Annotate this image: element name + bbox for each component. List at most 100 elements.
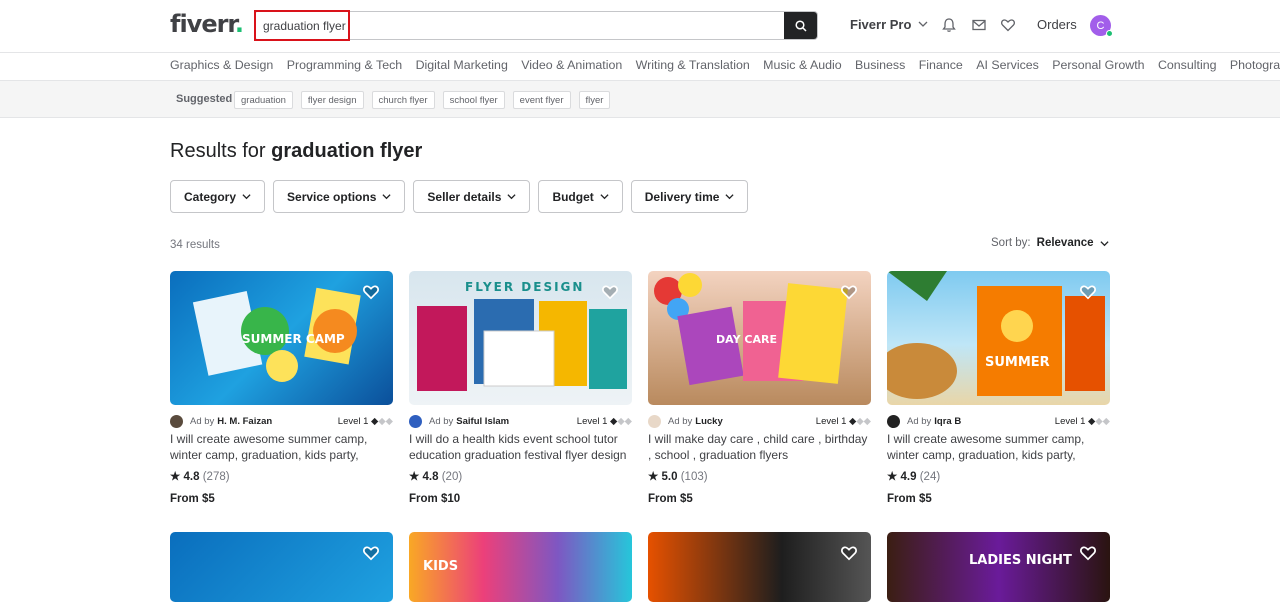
category-link[interactable]: Video & Animation xyxy=(521,58,622,78)
chevron-down-icon xyxy=(1099,240,1109,246)
category-link[interactable]: Photography xyxy=(1230,58,1280,78)
chevron-down-icon xyxy=(918,21,928,27)
thumbnail-text: KIDS xyxy=(423,559,458,574)
favorite-heart-icon[interactable] xyxy=(362,283,380,301)
category-link[interactable]: Digital Marketing xyxy=(416,58,508,78)
suggested-tag[interactable]: flyer xyxy=(578,91,611,109)
favorite-heart-icon[interactable] xyxy=(1079,544,1097,562)
gig-thumbnail-art: SUMMER CAMP xyxy=(192,287,361,382)
filter-category-button[interactable]: Category xyxy=(170,180,266,213)
chevron-down-icon xyxy=(725,194,735,200)
seller-avatar[interactable] xyxy=(648,414,661,428)
suggested-tag[interactable]: school flyer xyxy=(442,91,505,109)
chevron-down-icon xyxy=(507,194,517,200)
gig-title[interactable]: I will create awesome summer camp, winte… xyxy=(887,431,1110,463)
gig-thumbnail[interactable]: SUMMER CAMP xyxy=(170,271,393,405)
seller-name[interactable]: Lucky xyxy=(695,416,722,427)
favorite-heart-icon[interactable] xyxy=(362,544,380,562)
gig-rating: ★ 4.9 (24) xyxy=(887,471,941,483)
gig-card[interactable]: DAY CARE Ad by Lucky Level 1 ◆◆◆ I will m… xyxy=(648,271,871,505)
thumbnail-text: SUMMER CAMP xyxy=(242,332,345,346)
favorite-heart-icon[interactable] xyxy=(840,544,858,562)
seller-level: Level 1 ◆◆◆ xyxy=(1054,415,1110,427)
fiverr-pro-dropdown[interactable]: Fiverr Pro xyxy=(850,17,928,32)
gig-title[interactable]: I will do a health kids event school tut… xyxy=(409,431,632,463)
orders-link[interactable]: Orders xyxy=(1037,17,1077,32)
mail-icon[interactable] xyxy=(971,17,987,33)
search-bar xyxy=(254,11,818,40)
fiverr-logo[interactable]: fiverr. xyxy=(170,10,244,38)
seller-info: Ad by Saiful Islam Level 1 ◆◆◆ xyxy=(409,414,632,428)
online-indicator xyxy=(1106,30,1113,37)
gig-thumbnail-art: SUMMER xyxy=(887,271,1105,399)
seller-name[interactable]: H. M. Faizan xyxy=(217,416,272,427)
seller-info: Ad by H. M. Faizan Level 1 ◆◆◆ xyxy=(170,414,393,428)
seller-info: Ad by Lucky Level 1 ◆◆◆ xyxy=(648,414,871,428)
avatar[interactable]: C xyxy=(1090,15,1113,37)
category-link[interactable]: Consulting xyxy=(1158,58,1217,78)
suggested-tag[interactable]: church flyer xyxy=(371,91,435,109)
gig-thumbnail-art: FLYER DESIGN xyxy=(417,280,627,391)
gig-price: From $5 xyxy=(170,493,215,505)
category-link[interactable]: Business xyxy=(855,58,905,78)
gig-thumbnail[interactable]: SUMMER xyxy=(887,271,1110,405)
gig-price: From $10 xyxy=(409,493,461,505)
suggested-bar: Suggested graduation flyer design church… xyxy=(0,80,1280,118)
gig-rating: ★ 4.8 (20) xyxy=(409,471,463,483)
gig-rating: ★ 5.0 (103) xyxy=(648,471,708,483)
category-nav: Graphics & Design Programming & Tech Dig… xyxy=(170,58,1280,78)
gig-card[interactable]: SUMMER Ad by Iqra B Level 1 ◆◆◆ I will cr… xyxy=(887,271,1110,505)
gig-thumbnail[interactable]: FLYER DESIGN xyxy=(409,271,632,405)
gig-card[interactable]: FLYER DESIGN Ad by Saiful Islam Level 1 ◆… xyxy=(409,271,632,505)
search-input[interactable] xyxy=(255,12,350,39)
suggested-tag[interactable]: flyer design xyxy=(300,91,364,109)
thumbnail-text: SUMMER xyxy=(985,355,1050,370)
favorite-heart-icon[interactable] xyxy=(601,283,619,301)
category-link[interactable]: Finance xyxy=(919,58,963,78)
seller-name[interactable]: Saiful Islam xyxy=(456,416,509,427)
category-link[interactable]: Personal Growth xyxy=(1052,58,1144,78)
filter-budget-button[interactable]: Budget xyxy=(538,180,623,213)
chevron-down-icon xyxy=(600,194,609,200)
suggested-tag[interactable]: graduation xyxy=(234,91,293,109)
suggested-label: Suggested xyxy=(176,93,233,105)
thumbnail-text: LADIES NIGHT xyxy=(969,553,1072,568)
gig-thumbnail-art: DAY CARE xyxy=(654,273,848,386)
favorite-heart-icon[interactable] xyxy=(1079,283,1097,301)
page-title: Results for graduation flyer xyxy=(170,140,423,162)
gig-price: From $5 xyxy=(887,493,932,505)
gig-price: From $5 xyxy=(648,493,693,505)
search-icon xyxy=(794,19,807,32)
seller-avatar[interactable] xyxy=(409,414,422,428)
gig-thumbnail[interactable]: DAY CARE xyxy=(648,271,871,405)
thumbnail-text: DAY CARE xyxy=(716,333,777,346)
suggested-tag[interactable]: event flyer xyxy=(512,91,571,109)
category-link[interactable]: Programming & Tech xyxy=(287,58,402,78)
gig-title[interactable]: I will make day care , child care , birt… xyxy=(648,431,871,463)
filter-delivery-time-button[interactable]: Delivery time xyxy=(630,180,749,213)
category-link[interactable]: AI Services xyxy=(976,58,1039,78)
seller-info: Ad by Iqra B Level 1 ◆◆◆ xyxy=(887,414,1110,428)
sort-dropdown[interactable]: Sort by: Relevance xyxy=(991,237,1109,249)
category-link[interactable]: Graphics & Design xyxy=(170,58,273,78)
heart-icon[interactable] xyxy=(1000,17,1016,33)
seller-name[interactable]: Iqra B xyxy=(934,416,961,427)
gig-card[interactable]: SUMMER CAMP Ad by H. M. Faizan Level 1 ◆◆… xyxy=(170,271,393,505)
filter-service-options-button[interactable]: Service options xyxy=(273,180,406,213)
top-header: fiverr. Fiverr Pro Orders C xyxy=(0,0,1280,53)
category-link[interactable]: Writing & Translation xyxy=(636,58,750,78)
seller-avatar[interactable] xyxy=(887,414,900,428)
bell-icon[interactable] xyxy=(941,17,957,33)
filter-bar: Category Service options Seller details … xyxy=(170,180,749,213)
seller-avatar[interactable] xyxy=(170,414,183,428)
favorite-heart-icon[interactable] xyxy=(840,283,858,301)
category-link[interactable]: Music & Audio xyxy=(763,58,842,78)
seller-level: Level 1 ◆◆◆ xyxy=(815,415,871,427)
seller-level: Level 1 ◆◆◆ xyxy=(576,415,632,427)
seller-level: Level 1 ◆◆◆ xyxy=(337,415,393,427)
search-button[interactable] xyxy=(784,12,817,39)
chevron-down-icon xyxy=(242,194,251,200)
filter-seller-details-button[interactable]: Seller details xyxy=(413,180,531,213)
gig-rating: ★ 4.8 (278) xyxy=(170,471,230,483)
gig-title[interactable]: I will create awesome summer camp, winte… xyxy=(170,431,393,463)
